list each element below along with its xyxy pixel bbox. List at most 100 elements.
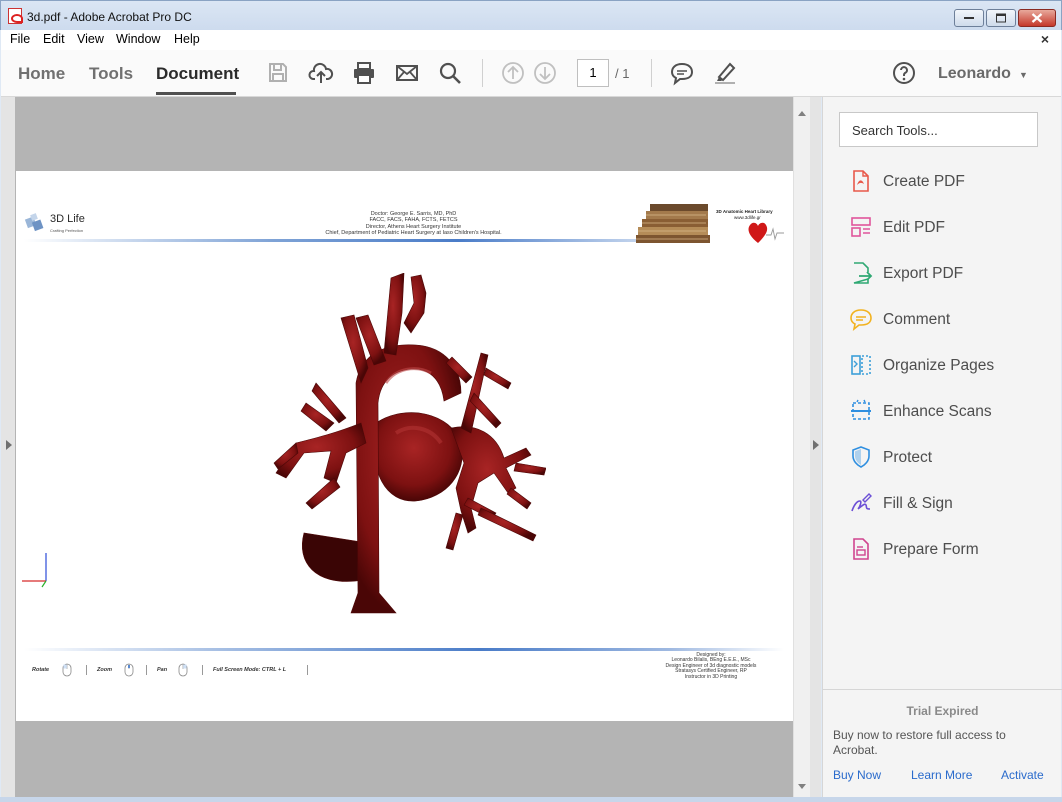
footer-divider: [24, 648, 784, 651]
user-menu[interactable]: Leonardo: [938, 65, 1011, 83]
learn-more-link[interactable]: Learn More: [911, 768, 972, 782]
tool-label: Edit PDF: [883, 219, 946, 236]
search-icon[interactable]: [437, 60, 463, 86]
chevron-down-icon[interactable]: ▼: [1019, 70, 1028, 80]
tool-protect[interactable]: Protect: [845, 443, 1045, 473]
enhance-scans-icon: [851, 399, 871, 420]
prepare-form-icon: [853, 538, 869, 560]
logo-name: 3D Life: [50, 213, 85, 225]
menu-file[interactable]: File: [10, 32, 30, 46]
export-pdf-icon: [853, 262, 873, 284]
mouse-left-icon: [62, 663, 72, 677]
header-divider: [24, 239, 644, 242]
expand-left-icon[interactable]: [6, 440, 12, 450]
document-viewer: 3D Life Crafting Perfection Doctor: Geor…: [1, 97, 821, 797]
main-toolbar: Home Tools Document 1 / 1 Leonardo ▼: [1, 50, 1061, 97]
fill-sign-icon: [851, 493, 872, 512]
menu-view[interactable]: View: [77, 32, 104, 46]
mouse-right-icon: [178, 663, 188, 677]
menu-help[interactable]: Help: [174, 32, 200, 46]
help-icon[interactable]: [891, 60, 917, 86]
tool-fill-sign[interactable]: Fill & Sign: [845, 489, 1045, 519]
close-window-button[interactable]: [1018, 9, 1056, 27]
edit-pdf-icon: [851, 217, 871, 237]
upload-icon[interactable]: [308, 60, 334, 86]
tool-prepare-form[interactable]: Prepare Form: [845, 535, 1045, 565]
header-line: Chief, Department of Pediatric Heart Sur…: [325, 230, 502, 237]
tab-document[interactable]: Document: [156, 64, 239, 84]
trial-divider: [823, 689, 1062, 690]
trial-title: Trial Expired: [906, 704, 979, 718]
menu-edit[interactable]: Edit: [43, 32, 65, 46]
close-document-button[interactable]: ×: [1041, 31, 1049, 47]
page-up-icon[interactable]: [500, 60, 526, 86]
acrobat-app-icon: [8, 8, 23, 24]
pdf-page: 3D Life Crafting Perfection Doctor: Geor…: [16, 171, 793, 721]
designer-credits: Designed by: Leonardo Bilalis, BEng E.E.…: [636, 652, 786, 680]
tool-edit-pdf[interactable]: Edit PDF: [845, 213, 1045, 243]
organize-pages-icon: [851, 355, 871, 375]
window-title: 3d.pdf - Adobe Acrobat Pro DC: [27, 10, 192, 24]
email-icon[interactable]: [394, 60, 420, 86]
tools-pane: Search Tools... Create PDF Edit PDF Expo…: [822, 97, 1062, 797]
tool-comment[interactable]: Comment: [845, 305, 1045, 335]
toolbar-separator: [651, 59, 652, 87]
right-panel-toggle[interactable]: [810, 97, 821, 797]
books-image: [636, 204, 710, 243]
3d-life-logo-icon: [24, 213, 44, 232]
menu-window[interactable]: Window: [116, 32, 160, 46]
comment-tool-icon: [850, 309, 872, 331]
save-icon[interactable]: [265, 60, 291, 86]
tool-label: Prepare Form: [883, 541, 979, 558]
tab-tools[interactable]: Tools: [89, 64, 133, 84]
window-bottom-border: [0, 797, 1062, 802]
tool-enhance-scans[interactable]: Enhance Scans: [845, 397, 1045, 427]
control-separator: [307, 665, 308, 675]
tool-export-pdf[interactable]: Export PDF: [845, 259, 1045, 289]
tool-label: Enhance Scans: [883, 403, 992, 420]
tool-label: Export PDF: [883, 265, 964, 282]
menu-bar: File Edit View Window Help ×: [1, 30, 1061, 50]
page-down-icon[interactable]: [532, 60, 558, 86]
activate-link[interactable]: Activate: [1001, 768, 1044, 782]
control-separator: [86, 665, 87, 675]
minimize-button[interactable]: [954, 9, 984, 27]
trial-message: Buy now to restore full access to Acroba…: [833, 728, 1006, 757]
page-total: / 1: [615, 66, 630, 81]
scroll-up-arrow-icon[interactable]: [798, 111, 806, 116]
left-panel-toggle[interactable]: [1, 97, 15, 797]
tool-label: Create PDF: [883, 173, 965, 190]
maximize-button[interactable]: [986, 9, 1016, 27]
control-fullscreen-label: Full Screen Mode: CTRL + L: [213, 667, 287, 673]
scroll-down-arrow-icon[interactable]: [798, 784, 806, 789]
control-separator: [146, 665, 147, 675]
tool-create-pdf[interactable]: Create PDF: [845, 167, 1045, 197]
protect-icon: [852, 446, 870, 468]
print-icon[interactable]: [351, 60, 377, 86]
tab-home[interactable]: Home: [18, 64, 65, 84]
control-zoom-label: Zoom: [97, 667, 112, 673]
title-bar: 3d.pdf - Adobe Acrobat Pro DC: [0, 0, 1062, 30]
create-pdf-icon: [853, 170, 869, 192]
vertical-scrollbar[interactable]: [793, 97, 810, 797]
tool-label: Comment: [883, 311, 951, 328]
document-header: Doctor: George E. Sarris, MD, PhD FACC, …: [276, 211, 551, 237]
tool-label: Fill & Sign: [883, 495, 953, 512]
axes-indicator-icon: [22, 553, 47, 588]
tool-label: Protect: [883, 449, 933, 466]
toolbar-separator: [482, 59, 483, 87]
logo-tagline: Crafting Perfection: [50, 228, 84, 233]
tool-label: Organize Pages: [883, 357, 995, 374]
3d-heart-model[interactable]: [256, 273, 546, 615]
highlight-icon[interactable]: [712, 60, 738, 86]
page-number-input[interactable]: 1: [577, 59, 609, 87]
active-tab-indicator: [156, 92, 236, 95]
buy-now-link[interactable]: Buy Now: [833, 768, 881, 782]
control-pan-label: Pan: [157, 667, 168, 673]
collapse-right-icon[interactable]: [813, 440, 819, 450]
heart-logo-icon: [748, 222, 784, 243]
comment-icon[interactable]: [669, 60, 695, 86]
library-title: 3D Anatomic Heart Library: [716, 209, 773, 214]
tool-organize-pages[interactable]: Organize Pages: [845, 351, 1045, 381]
search-tools-input[interactable]: Search Tools...: [839, 112, 1038, 147]
